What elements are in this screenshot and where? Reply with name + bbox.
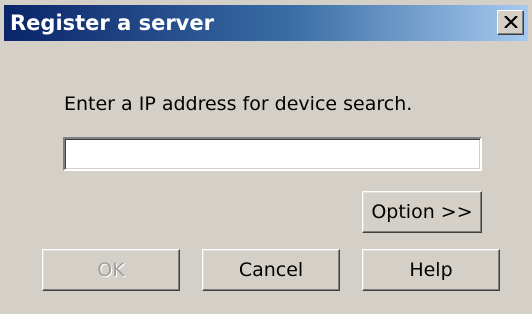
- title-bar[interactable]: Register a server: [4, 5, 528, 41]
- option-button[interactable]: Option >>: [362, 191, 482, 233]
- help-button[interactable]: Help: [362, 249, 500, 291]
- ip-address-prompt: Enter a IP address for device search.: [64, 93, 413, 115]
- close-button[interactable]: [497, 10, 524, 35]
- close-icon: [504, 16, 518, 28]
- dialog-title: Register a server: [10, 11, 214, 35]
- ip-address-input[interactable]: [63, 137, 482, 171]
- cancel-button[interactable]: Cancel: [202, 249, 340, 291]
- ok-button[interactable]: OK: [42, 249, 180, 291]
- register-server-dialog: Register a server Enter a IP address for…: [0, 0, 532, 314]
